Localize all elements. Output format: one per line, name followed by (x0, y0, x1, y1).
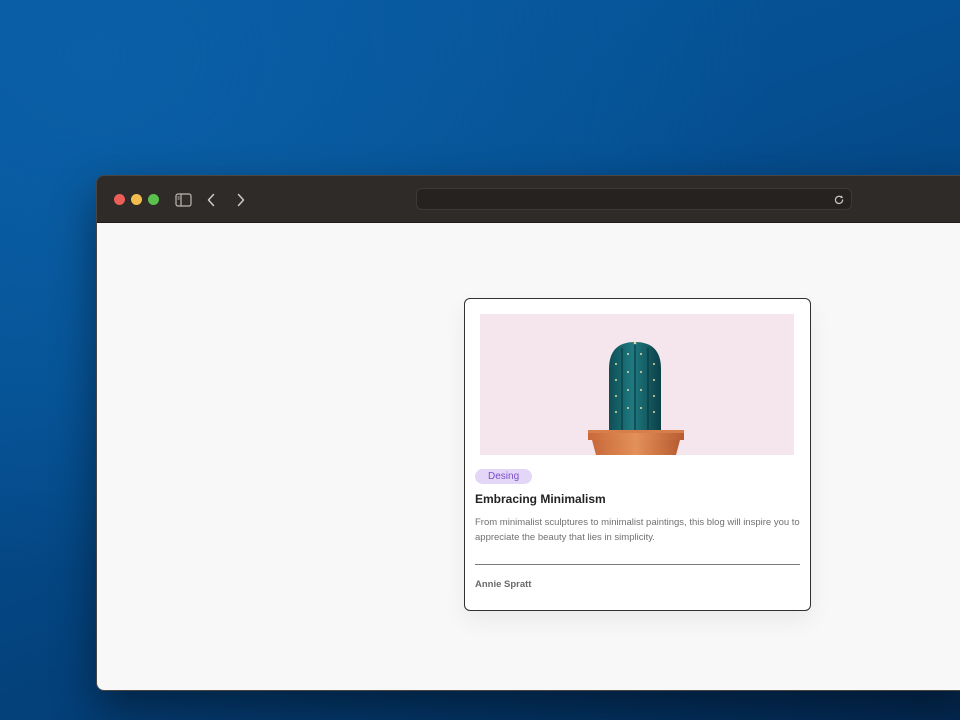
blog-card[interactable]: Desing Embracing Minimalism From minimal… (464, 298, 811, 611)
card-description: From minimalist sculptures to minimalist… (475, 517, 800, 543)
card-image (480, 314, 794, 455)
page-content: Desing Embracing Minimalism From minimal… (97, 223, 960, 690)
category-tag[interactable]: Desing (475, 469, 533, 484)
minimize-window-button[interactable] (131, 194, 142, 205)
chevron-left-icon[interactable] (203, 191, 219, 209)
card-title[interactable]: Embracing Minimalism (475, 492, 606, 506)
address-bar[interactable] (416, 188, 852, 210)
card-author: Annie Spratt (475, 579, 532, 590)
reload-icon[interactable] (833, 193, 845, 205)
sidebar-icon[interactable] (174, 191, 192, 209)
close-window-button[interactable] (114, 194, 125, 205)
maximize-window-button[interactable] (148, 194, 159, 205)
card-divider (475, 564, 800, 565)
browser-window: Desing Embracing Minimalism From minimal… (96, 175, 960, 691)
browser-toolbar (97, 176, 960, 223)
chevron-right-icon[interactable] (233, 191, 249, 209)
